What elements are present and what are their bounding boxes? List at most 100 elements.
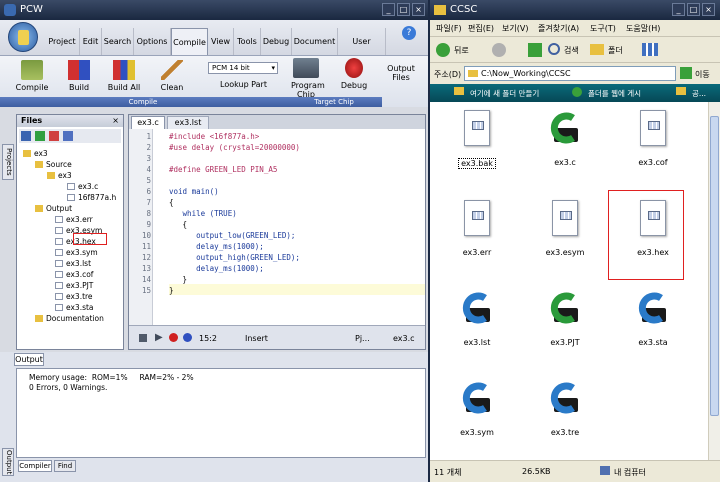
tab-search[interactable]: Search <box>102 28 134 55</box>
remove-icon[interactable] <box>49 131 59 141</box>
explorer-maximize-button[interactable]: □ <box>687 3 700 16</box>
tab-view[interactable]: View <box>208 28 234 55</box>
explorer-minimize-button[interactable]: _ <box>672 3 685 16</box>
task-new-folder[interactable]: 여기에 새 폴더 만들기 <box>470 88 539 99</box>
menu-item[interactable]: 파일(F) <box>436 23 462 34</box>
tab-edit[interactable]: Edit <box>80 28 102 55</box>
explorer-window: CCSC _ □ × 파일(F) 편집(E) 보기(V) 즐겨찾기(A) 도구(T) 도움… <box>430 0 720 482</box>
macro-icon[interactable] <box>183 333 192 342</box>
tree-item[interactable]: ex3.err <box>55 215 93 224</box>
tab-project[interactable]: Project <box>45 28 80 55</box>
up-folder-icon[interactable] <box>528 43 542 57</box>
file-item[interactable]: ex3.cof <box>616 108 690 167</box>
compile-button[interactable]: Compile <box>14 60 50 92</box>
file-item[interactable]: ex3.sym <box>440 378 514 437</box>
tree-item[interactable]: ex3.cof <box>55 270 93 279</box>
tab-tools[interactable]: Tools <box>234 28 261 55</box>
tab-document[interactable]: Document <box>292 28 338 55</box>
forward-icon[interactable] <box>492 43 506 57</box>
close-button[interactable]: × <box>412 3 425 16</box>
tree-item[interactable]: 16f877a.h <box>67 193 116 202</box>
device-value: PCM 14 bit <box>212 64 250 72</box>
go-button[interactable]: 이동 <box>695 69 710 80</box>
address-input[interactable]: C:\Now_Working\CCSC <box>464 66 676 81</box>
pane-close-icon[interactable]: × <box>112 115 119 127</box>
tree-item[interactable]: ex3.tre <box>55 292 93 301</box>
back-arrow-icon[interactable] <box>436 43 450 57</box>
tree-item-label: 16f877a.h <box>78 193 117 202</box>
tab-compile[interactable]: Compile <box>171 28 208 55</box>
tab-ex3-lst[interactable]: ex3.lst <box>167 116 209 129</box>
file-item[interactable]: ex3.bak <box>440 108 514 169</box>
help-icon[interactable]: ? <box>402 26 416 40</box>
maximize-button[interactable]: □ <box>397 3 410 16</box>
output-files-button[interactable]: Output Files <box>385 64 417 82</box>
file-item[interactable]: ex3.tre <box>528 378 602 437</box>
file-item[interactable]: ex3.sta <box>616 288 690 347</box>
folders-icon[interactable] <box>590 44 604 55</box>
tree-item[interactable]: Output <box>35 204 72 213</box>
tree-item[interactable]: Source <box>35 160 72 169</box>
tree-item[interactable]: ex3.lst <box>55 259 91 268</box>
document-icon <box>458 108 496 150</box>
clean-button[interactable]: Clean <box>157 60 187 92</box>
play-icon[interactable]: ▶ <box>155 332 163 343</box>
build-all-button[interactable]: Build All <box>106 60 142 92</box>
tree-item-label: ex3.PJT <box>66 281 94 290</box>
properties-icon[interactable] <box>63 131 73 141</box>
search-button[interactable]: 검색 <box>564 45 579 56</box>
menu-item[interactable]: 즐겨찾기(A) <box>538 23 579 34</box>
go-arrow-icon[interactable] <box>680 67 692 79</box>
tab-debug[interactable]: Debug <box>261 28 292 55</box>
add-icon[interactable] <box>35 131 45 141</box>
file-item[interactable]: ex3.PJT <box>528 288 602 347</box>
file-item[interactable]: ex3.c <box>528 108 602 167</box>
tree-item[interactable]: Documentation <box>35 314 104 323</box>
scrollbar-thumb[interactable] <box>710 116 719 416</box>
search-icon[interactable] <box>548 43 560 55</box>
projects-side-tab[interactable]: Projects <box>2 144 14 180</box>
record-icon[interactable] <box>169 333 178 342</box>
app-orb-button[interactable] <box>8 22 38 52</box>
tree-item[interactable]: ex3.c <box>67 182 98 191</box>
tab-user-toolbar[interactable]: User Toolbar <box>338 28 386 73</box>
file-item[interactable]: ex3.hex <box>608 190 690 280</box>
back-button[interactable]: 뒤로 <box>454 45 469 56</box>
vertical-scrollbar[interactable] <box>708 102 720 460</box>
debug-button[interactable]: Debug <box>336 58 372 90</box>
menu-item[interactable]: 도움말(H) <box>626 23 660 34</box>
stop-icon[interactable] <box>139 334 147 342</box>
tree-item[interactable]: ex3.sym <box>55 248 98 257</box>
tab-options[interactable]: Options <box>134 28 171 55</box>
menu-item[interactable]: 보기(V) <box>502 23 528 34</box>
task-share[interactable]: 공... <box>692 88 706 99</box>
menu-item[interactable]: 편집(E) <box>468 23 494 34</box>
output-tab[interactable]: Output <box>14 353 44 366</box>
ccs-c-icon <box>634 288 672 330</box>
task-bar: 여기에 새 폴더 만들기 폴더를 웹에 게시 공... <box>430 84 720 102</box>
tree-item[interactable]: ex3 <box>23 149 48 158</box>
folders-button[interactable]: 폴더 <box>608 45 623 56</box>
tab-ex3-c[interactable]: ex3.c <box>131 116 165 129</box>
tab-compiler[interactable]: Compiler <box>18 460 52 472</box>
minimize-button[interactable]: _ <box>382 3 395 16</box>
output-side-tab[interactable]: Output <box>2 448 14 476</box>
tab-find[interactable]: Find <box>54 460 76 472</box>
file-item[interactable]: ex3.err <box>440 198 514 257</box>
tree-item[interactable]: ex3 <box>47 171 72 180</box>
explorer-title-bar: CCSC _ □ × <box>430 0 720 20</box>
explorer-close-button[interactable]: × <box>702 3 715 16</box>
device-select[interactable]: PCM 14 bit ▾ <box>208 62 278 74</box>
views-icon[interactable] <box>642 43 658 56</box>
lookup-part-button[interactable]: Lookup Part <box>220 80 267 89</box>
program-chip-button[interactable]: Program Chip <box>286 58 326 99</box>
tree-item[interactable]: ex3.PJT <box>55 281 93 290</box>
file-item[interactable]: ex3.lst <box>440 288 514 347</box>
file-item[interactable]: ex3.esym <box>528 198 602 257</box>
task-publish[interactable]: 폴더를 웹에 게시 <box>588 88 641 99</box>
tree-item[interactable]: ex3.sta <box>55 303 94 312</box>
build-button[interactable]: Build <box>64 60 94 92</box>
code-line: 7{ <box>129 197 173 208</box>
menu-item[interactable]: 도구(T) <box>590 23 616 34</box>
open-icon[interactable] <box>21 131 31 141</box>
